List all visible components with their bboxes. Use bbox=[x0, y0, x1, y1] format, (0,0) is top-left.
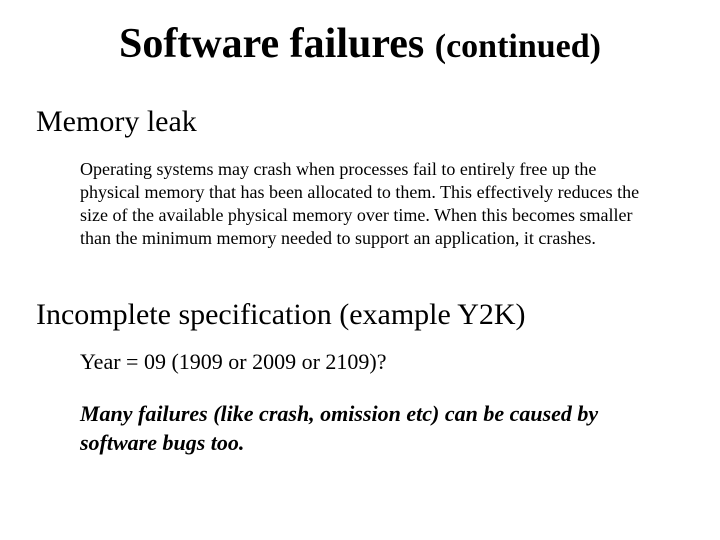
slide: Software failures (continued) Memory lea… bbox=[0, 0, 720, 540]
heading-incomplete-spec: Incomplete specification (example Y2K) bbox=[36, 298, 526, 332]
title-sub: (continued) bbox=[435, 28, 601, 65]
paragraph-year-example: Year = 09 (1909 or 2009 or 2109)? bbox=[80, 349, 658, 375]
slide-title: Software failures (continued) bbox=[0, 20, 720, 68]
title-main: Software failures bbox=[119, 21, 435, 67]
paragraph-memory-leak: Operating systems may crash when process… bbox=[80, 158, 658, 250]
heading-memory-leak: Memory leak bbox=[36, 105, 197, 139]
paragraph-conclusion: Many failures (like crash, omission etc)… bbox=[80, 400, 658, 457]
